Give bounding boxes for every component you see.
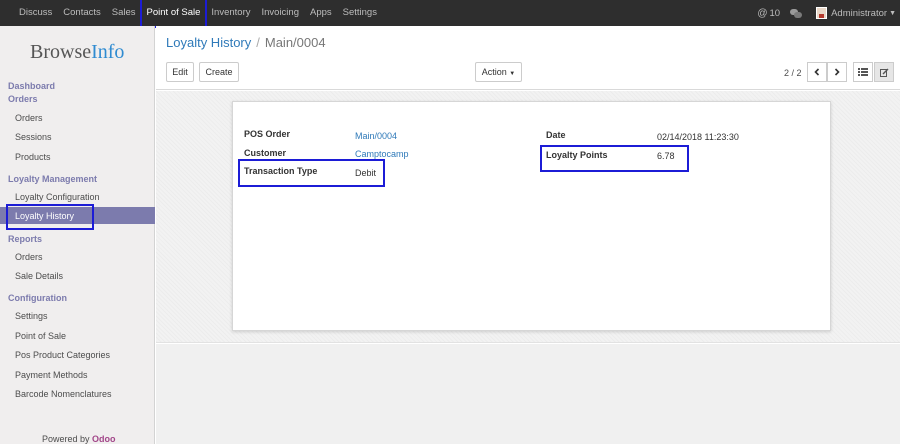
action-label: Action	[481, 67, 507, 77]
menu-apps[interactable]: Apps	[310, 0, 332, 26]
menu-sales[interactable]: Sales	[112, 0, 136, 26]
breadcrumb-separator: /	[256, 35, 260, 50]
edit-button[interactable]: Edit	[166, 62, 194, 82]
sidebar-section-configuration[interactable]: Configuration	[8, 293, 67, 303]
odoo-link[interactable]: Odoo	[92, 434, 116, 444]
sidebar-item-sessions[interactable]: Sessions	[15, 132, 52, 142]
top-navbar: Discuss Contacts Sales Point of Sale Inv…	[0, 0, 900, 28]
sidebar-item-report-orders[interactable]: Orders	[15, 252, 43, 262]
menu-inventory[interactable]: Inventory	[211, 0, 250, 26]
sidebar-section-orders[interactable]: Orders	[8, 94, 38, 104]
sidebar: BrowseInfo Dashboard Orders Orders Sessi…	[0, 26, 155, 444]
lower-background	[156, 344, 900, 444]
sidebar-item-settings[interactable]: Settings	[15, 311, 48, 321]
systray: @ 10 Administrator ▼	[757, 0, 900, 26]
messages-indicator[interactable]: @ 10	[757, 8, 780, 19]
logo-text-browse: Browse	[30, 41, 92, 63]
caret-down-icon: ▼	[509, 71, 516, 77]
user-menu[interactable]: Administrator	[831, 8, 887, 19]
sidebar-section-loyalty-management[interactable]: Loyalty Management	[8, 174, 97, 184]
menu-contacts[interactable]: Contacts	[63, 0, 101, 26]
menu-point-of-sale[interactable]: Point of Sale	[139, 0, 208, 28]
powered-by-text: Powered by	[42, 434, 90, 444]
at-icon: @	[757, 7, 768, 19]
customer-label: Customer	[244, 148, 287, 158]
menu-discuss[interactable]: Discuss	[19, 0, 52, 26]
menu-settings[interactable]: Settings	[343, 0, 377, 26]
loyalty-history-highlight-box	[6, 204, 94, 230]
sidebar-item-sale-details[interactable]: Sale Details	[15, 271, 63, 281]
sidebar-item-orders[interactable]: Orders	[15, 113, 43, 123]
sidebar-item-payment-methods[interactable]: Payment Methods	[15, 370, 88, 380]
pos-order-value[interactable]: Main/0004	[355, 131, 397, 141]
chat-icon[interactable]	[790, 8, 803, 18]
control-panel: Loyalty History / Main/0004 Edit Create Ac…	[156, 26, 900, 90]
pager-previous-button[interactable]	[807, 62, 827, 82]
pos-order-label: POS Order	[244, 129, 291, 139]
menu-invoicing[interactable]: Invoicing	[261, 0, 299, 26]
list-icon	[858, 68, 868, 76]
sidebar-section-dashboard[interactable]: Dashboard	[8, 81, 55, 91]
breadcrumb-loyalty-history[interactable]: Loyalty History	[166, 35, 251, 50]
create-button[interactable]: Create	[199, 62, 239, 82]
messages-count: 10	[769, 7, 781, 19]
action-dropdown[interactable]: Action ▼	[475, 62, 522, 82]
sidebar-item-products[interactable]: Products	[15, 152, 51, 162]
edit-icon	[879, 68, 888, 77]
chevron-right-icon	[834, 68, 840, 76]
sidebar-item-loyalty-configuration[interactable]: Loyalty Configuration	[15, 192, 100, 202]
transaction-type-highlight-box	[238, 159, 385, 187]
loyalty-points-highlight-box	[540, 145, 689, 172]
sidebar-item-barcode-nomenclatures[interactable]: Barcode Nomenclatures	[15, 389, 112, 399]
sidebar-item-pos-product-categories[interactable]: Pos Product Categories	[15, 350, 110, 360]
pager-next-button[interactable]	[827, 62, 847, 82]
form-sheet	[232, 101, 831, 331]
powered-by: Powered by Odoo	[42, 434, 116, 444]
breadcrumb: Loyalty History / Main/0004	[166, 35, 326, 50]
list-view-button[interactable]	[853, 62, 873, 82]
chevron-left-icon	[814, 68, 820, 76]
company-logo: BrowseInfo	[30, 41, 124, 64]
breadcrumb-current: Main/0004	[264, 35, 326, 50]
caret-down-icon[interactable]: ▼	[889, 10, 896, 17]
customer-value[interactable]: Camptocamp	[355, 149, 409, 159]
sidebar-item-point-of-sale[interactable]: Point of Sale	[15, 331, 66, 341]
sidebar-section-reports[interactable]: Reports	[8, 234, 42, 244]
form-view-button[interactable]	[874, 62, 894, 82]
main-menu: Discuss Contacts Sales Point of Sale Inv…	[19, 0, 388, 28]
avatar[interactable]	[816, 7, 828, 19]
logo-text-info: Info	[91, 41, 125, 63]
pager-value[interactable]: 2 / 2	[784, 68, 802, 78]
date-label: Date	[546, 130, 566, 140]
date-value: 02/14/2018 11:23:30	[657, 132, 739, 142]
